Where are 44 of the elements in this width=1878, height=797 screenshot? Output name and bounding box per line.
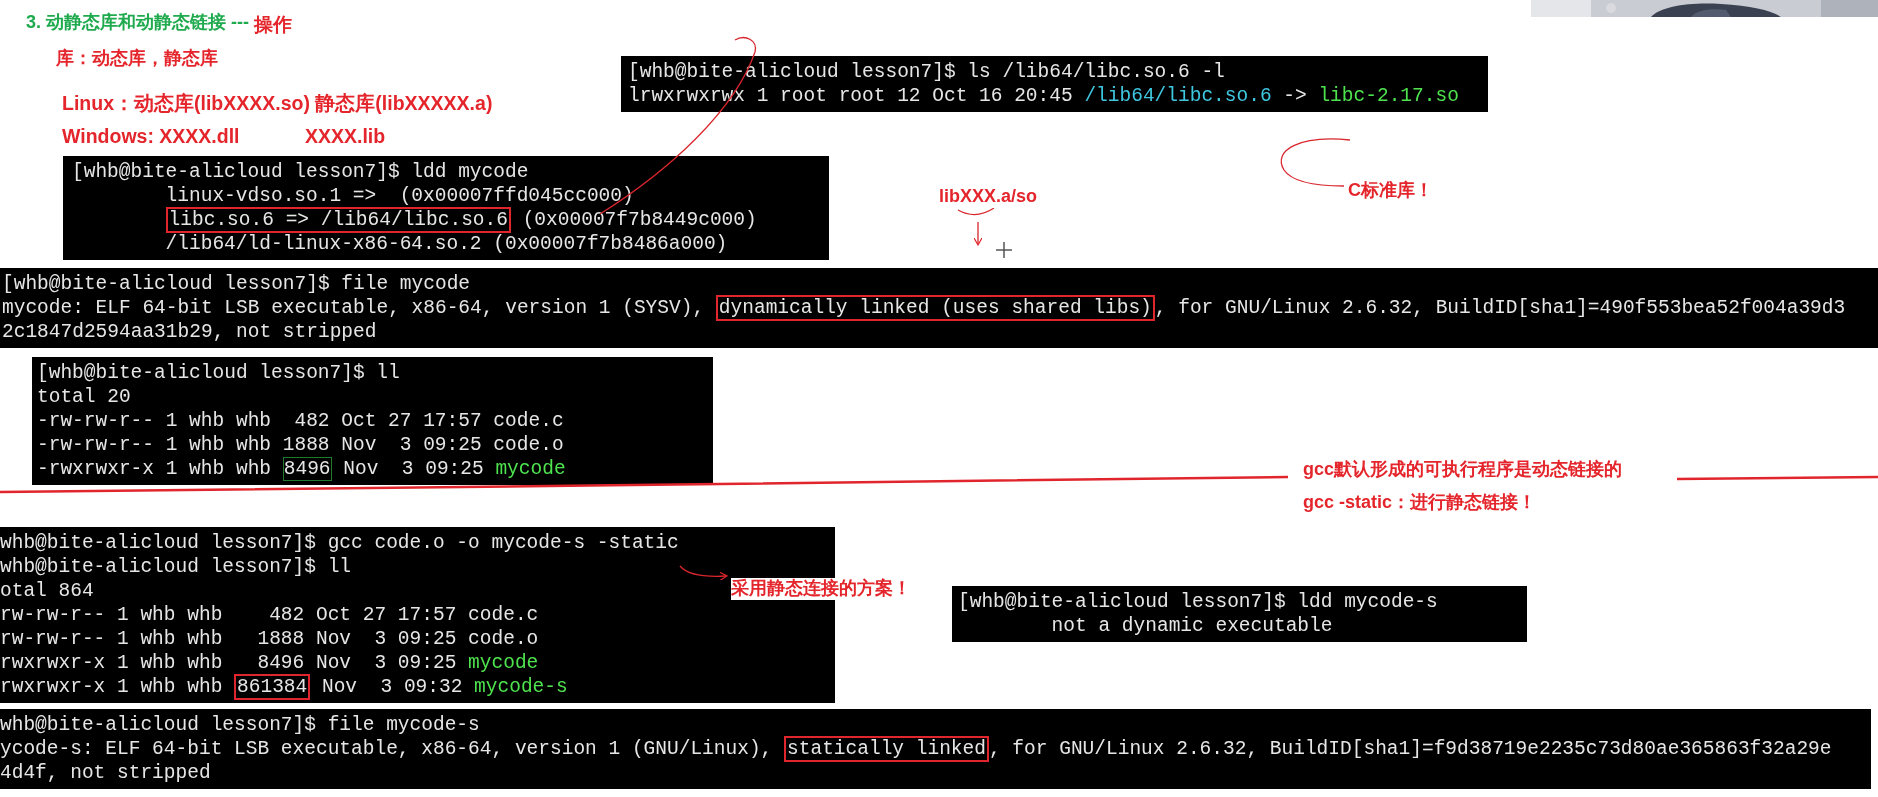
terminal-text: rwxrwxr-x 1 whb whb bbox=[0, 676, 224, 698]
terminal-text: Nov 3 09:32 bbox=[320, 676, 464, 698]
terminal-line: whb@bite-alicloud lesson7]$ file mycode-s bbox=[0, 713, 480, 737]
annotation-text: Linux：动态库(libXXXX.so) 静态库(libXXXXX.a) bbox=[62, 92, 493, 116]
annotation-text: 3. 动静态库和动静态链接 --- bbox=[26, 12, 249, 34]
terminal-line: -rw-rw-r-- 1 whb whb 1888 Nov 3 09:25 code.o bbox=[37, 433, 564, 457]
terminal-line: whb@bite-alicloud lesson7]$ gcc code.o -o mycode-s -static bbox=[0, 531, 679, 555]
terminal-line: otal 864 bbox=[0, 579, 94, 603]
terminal-text: mycode: ELF 64-bit LSB executable, x86-64, version 1 (SYSV), bbox=[2, 297, 706, 319]
terminal-line: not a dynamic executable bbox=[1050, 614, 1333, 638]
highlighted-text: 8496 bbox=[282, 457, 332, 481]
terminal-line: whb@bite-alicloud lesson7]$ ll bbox=[0, 555, 352, 579]
terminal-text: (0x00007f7b8449c000) bbox=[521, 209, 757, 231]
terminal-text: Nov 3 09:25 bbox=[342, 458, 485, 480]
annotation-text: gcc默认形成的可执行程序是动态链接的 bbox=[1303, 459, 1623, 481]
terminal-line: 2c1847d2594aa31b29, not stripped bbox=[2, 320, 377, 344]
annotation-text: libXXX.a/so bbox=[939, 186, 1038, 208]
pen-stroke bbox=[957, 207, 995, 216]
arrow bbox=[973, 221, 983, 246]
terminal-line: [whb@bite-alicloud lesson7]$ ldd mycode-s bbox=[958, 590, 1438, 614]
terminal-text: ycode-s: ELF 64-bit LSB executable, x86-64, version 1 (GNU/Linux), bbox=[0, 738, 774, 760]
terminal-line: rw-rw-r-- 1 whb whb 482 Oct 27 17:57 code.c bbox=[0, 603, 539, 627]
terminal-line: total 20 bbox=[37, 385, 131, 409]
terminal-text: mycode bbox=[495, 458, 566, 480]
terminal-line: [whb@bite-alicloud lesson7]$ file mycode bbox=[2, 272, 471, 296]
terminal-text: -rwxrwxr-x 1 whb whb bbox=[37, 458, 273, 480]
annotation-text: 操作 bbox=[254, 14, 292, 37]
terminal-text: mycode-s bbox=[474, 676, 568, 698]
terminal-line: rw-rw-r-- 1 whb whb 1888 Nov 3 09:25 code.o bbox=[0, 627, 539, 651]
terminal-line: /lib64/ld-linux-x86-64.so.2 (0x00007f7b8486a000) bbox=[164, 232, 728, 256]
crosshair-icon bbox=[995, 241, 1013, 259]
terminal-line: [whb@bite-alicloud lesson7]$ ldd mycode bbox=[72, 160, 529, 184]
terminal-line: -rw-rw-r-- 1 whb whb 482 Oct 27 17:57 code.c bbox=[37, 409, 564, 433]
annotation-text: 库：动态库，静态库 bbox=[56, 48, 218, 70]
terminal-text: , for GNU/Linux 2.6.32, BuildID[sha1]=490f553bea52f004a39d3 bbox=[1154, 297, 1846, 319]
terminal-line: rwxrwxr-x 1 whb whb 8496 Nov 3 09:25 mycode bbox=[0, 651, 539, 675]
terminal-line: 4d4f, not stripped bbox=[0, 761, 211, 785]
highlighted-text: 861384 bbox=[234, 674, 311, 700]
terminal-text: , for GNU/Linux 2.6.32, BuildID[sha1]=f9d38719e2235c73d80ae365863f32a29e bbox=[988, 738, 1832, 760]
terminal-line: [whb@bite-alicloud lesson7]$ ll bbox=[37, 361, 400, 385]
highlighted-text: statically linked bbox=[784, 736, 989, 762]
highlighted-text: dynamically linked (uses shared libs) bbox=[715, 295, 1155, 321]
highlighted-text: libc.so.6 => /lib64/libc.so.6 bbox=[165, 207, 511, 233]
arrow bbox=[679, 565, 728, 581]
